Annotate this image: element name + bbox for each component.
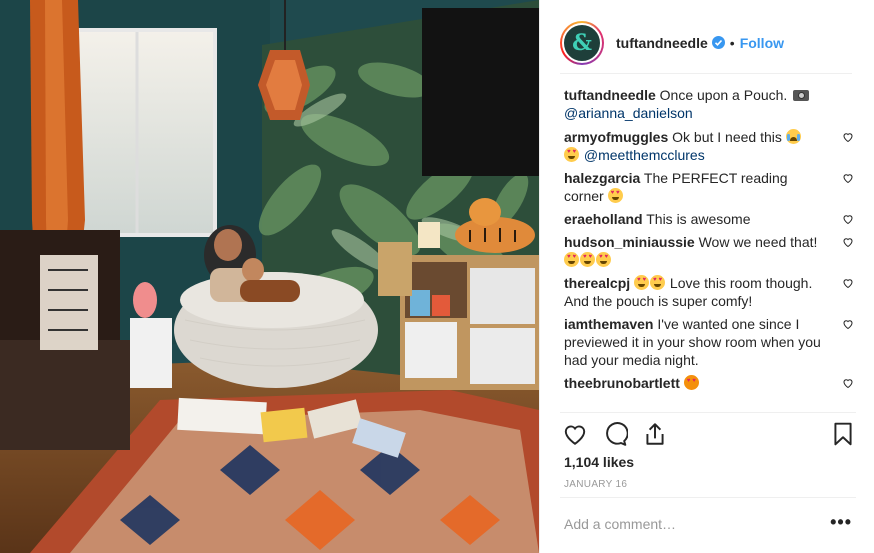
bookmark-icon[interactable] xyxy=(830,421,856,447)
caption-username[interactable]: tuftandneedle xyxy=(564,87,656,103)
post-sidebar: & tuftandneedle • Follow tuftandneedle O… xyxy=(539,0,874,553)
comment-item: armyofmuggles Ok but I need this @meetth… xyxy=(564,128,854,164)
comment-item: hudson_miniaussie Wow we need that! xyxy=(564,233,854,269)
action-bar xyxy=(560,412,856,452)
author-username[interactable]: tuftandneedle xyxy=(616,35,708,51)
comment-like-heart-icon[interactable] xyxy=(842,236,854,248)
separator-dot: • xyxy=(729,34,735,51)
comment-like-heart-icon[interactable] xyxy=(842,213,854,225)
comment-text: Ok but I need this xyxy=(672,129,782,145)
share-icon[interactable] xyxy=(642,421,668,447)
caption-mention[interactable]: @arianna_danielson xyxy=(564,105,693,121)
comment-icon[interactable] xyxy=(602,421,628,447)
reading-nook-photo xyxy=(0,0,539,553)
post-header: & tuftandneedle • Follow xyxy=(560,12,852,74)
comments-list: tuftandneedle Once upon a Pouch. @ariann… xyxy=(564,86,854,397)
heart-eyes-emoji-icon xyxy=(580,252,595,267)
post-photo[interactable] xyxy=(0,0,539,553)
heart-eyes-emoji-icon xyxy=(564,252,579,267)
comment-like-heart-icon[interactable] xyxy=(842,277,854,289)
heart-eyes-emoji-icon xyxy=(564,147,579,162)
comment-username[interactable]: armyofmuggles xyxy=(564,129,668,145)
camera-emoji-icon xyxy=(793,90,810,101)
instagram-post: & tuftandneedle • Follow tuftandneedle O… xyxy=(0,0,874,553)
follow-button[interactable]: Follow xyxy=(740,35,784,51)
heart-eyes-emoji-icon xyxy=(596,252,611,267)
comment-item: therealcpj Love this room though. And th… xyxy=(564,274,854,310)
comment-username[interactable]: therealcpj xyxy=(564,275,630,291)
avatar-logo: & xyxy=(562,22,602,63)
verified-badge-icon xyxy=(711,36,725,49)
comment-username[interactable]: theebrunobartlett xyxy=(564,375,680,391)
comment-like-heart-icon[interactable] xyxy=(842,131,854,143)
comment-text: This is awesome xyxy=(646,211,751,227)
heart-eyes-emoji-icon xyxy=(650,275,666,290)
comment-username[interactable]: halezgarcia xyxy=(564,170,640,186)
comment-mention[interactable]: @meetthemcclures xyxy=(584,147,705,163)
comment-text: Wow we need that! xyxy=(698,234,818,250)
more-options-button[interactable]: ••• xyxy=(830,512,852,533)
caption-text: Once upon a Pouch. xyxy=(659,87,788,103)
likes-count[interactable]: 1,104 likes xyxy=(564,454,634,470)
comment-item: iamthemaven I've wanted one since I prev… xyxy=(564,315,854,369)
comment-username[interactable]: eraeholland xyxy=(564,211,643,227)
comment-like-heart-icon[interactable] xyxy=(842,377,854,389)
post-caption: tuftandneedle Once upon a Pouch. @ariann… xyxy=(564,86,854,122)
comment-like-heart-icon[interactable] xyxy=(842,318,854,330)
heart-eyes-emoji-icon xyxy=(607,188,623,203)
comment-item: theebrunobartlett xyxy=(564,374,854,392)
add-comment-input[interactable] xyxy=(564,516,804,532)
heart-icon[interactable] xyxy=(562,421,588,447)
heart-eyes-cat-emoji-icon xyxy=(683,375,699,390)
comment-like-heart-icon[interactable] xyxy=(842,172,854,184)
comment-item: halezgarcia The PERFECT reading corner xyxy=(564,169,854,205)
crying-face-emoji-icon xyxy=(785,129,801,144)
comment-item: eraeholland This is awesome xyxy=(564,210,854,228)
post-date[interactable]: JANUARY 16 xyxy=(564,479,627,490)
add-comment-bar: ••• xyxy=(560,497,856,553)
comment-username[interactable]: iamthemaven xyxy=(564,316,653,332)
comment-username[interactable]: hudson_miniaussie xyxy=(564,234,695,250)
avatar[interactable]: & xyxy=(560,20,604,65)
heart-eyes-emoji-icon xyxy=(634,275,650,290)
